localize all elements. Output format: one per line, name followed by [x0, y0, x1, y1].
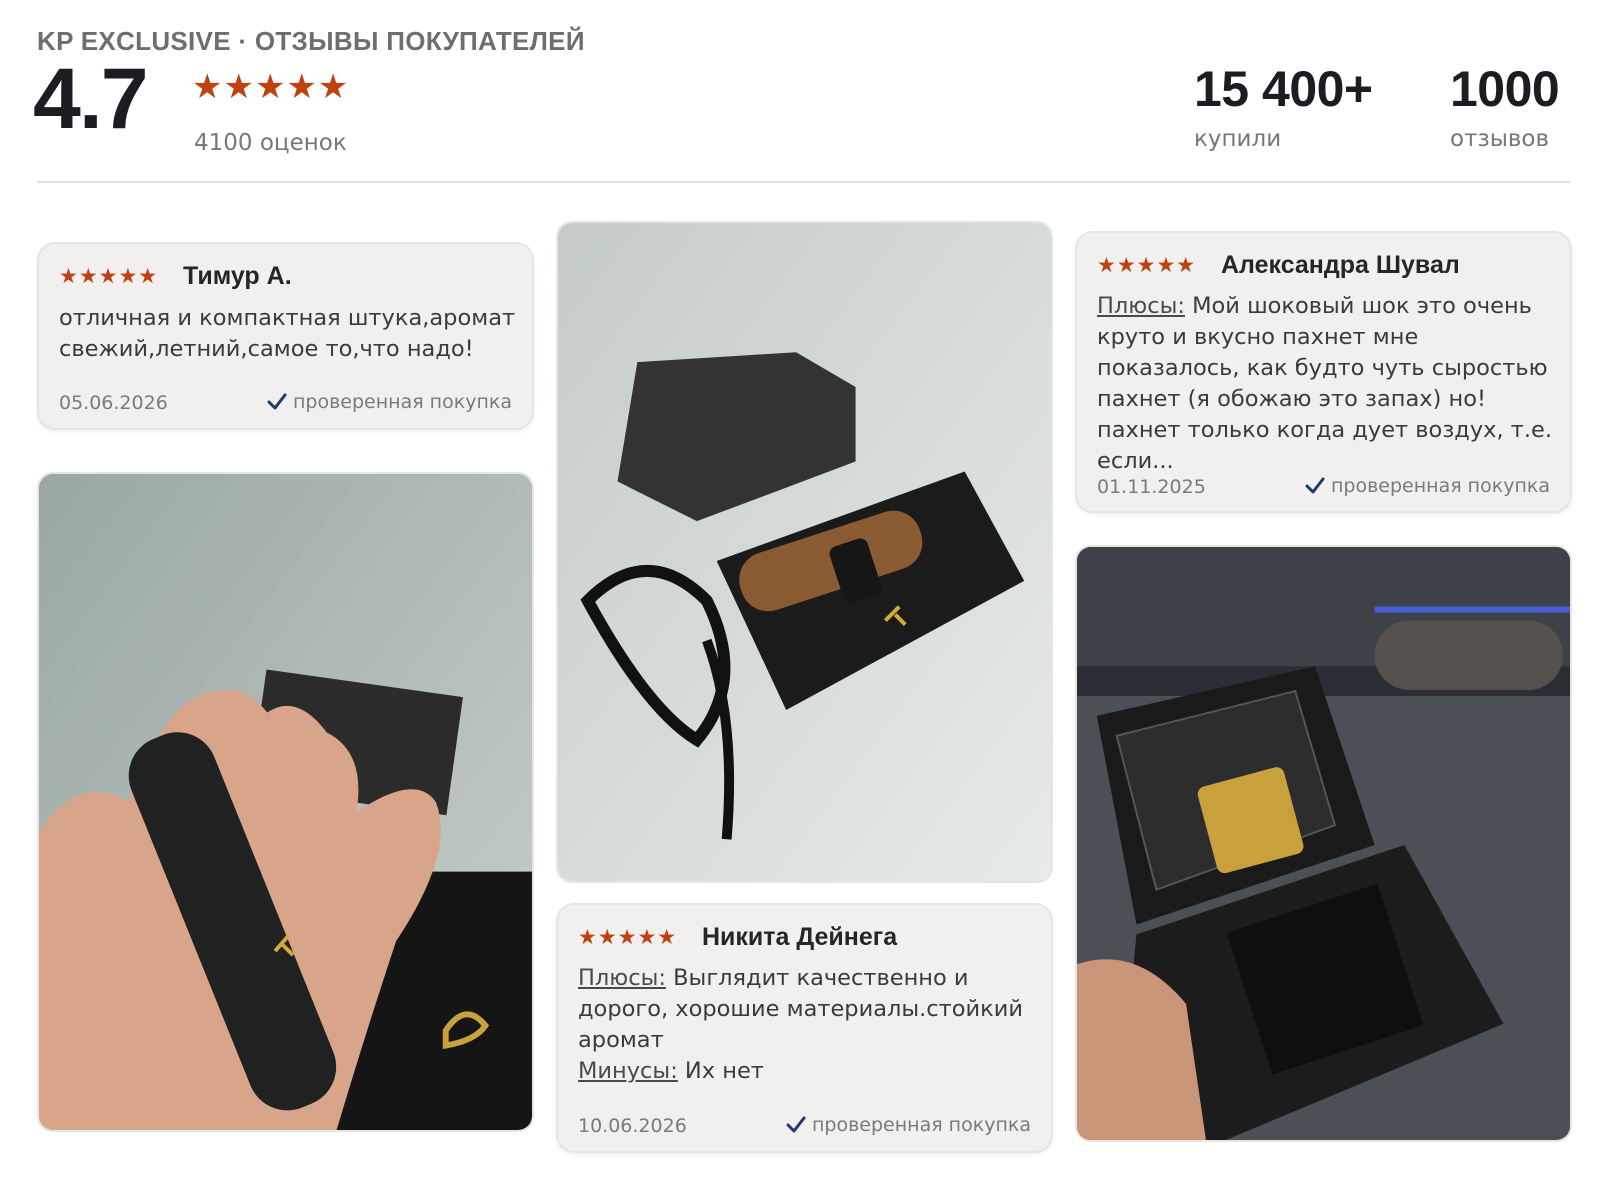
product-photo-hand-icon — [39, 474, 532, 1130]
cons-text: Их нет — [677, 1058, 764, 1084]
review-text: отличная и компактная штука,аромат свежи… — [59, 305, 516, 362]
ratings-count: 4100 оценок — [194, 130, 347, 156]
check-icon — [786, 1116, 806, 1133]
review-text: Плюсы: Мой шоковый шок это очень круто и… — [1097, 291, 1554, 477]
review-stars: ★★★★★ — [578, 925, 678, 949]
verified-label: проверенная покупка — [1330, 475, 1550, 497]
pros-label: Плюсы: — [578, 965, 666, 991]
stat-bought: 15 400+ купили — [1194, 64, 1373, 152]
review-photo[interactable] — [1075, 545, 1572, 1142]
review-photo[interactable] — [37, 472, 534, 1132]
pros-label: Плюсы: — [1097, 293, 1185, 319]
review-card[interactable]: ★★★★★ Александра Шувал Плюсы: Мой шоковы… — [1075, 231, 1572, 513]
average-rating: 4.7 — [33, 51, 149, 147]
review-author: Александра Шувал — [1221, 251, 1460, 279]
review-text: Плюсы: Выглядит качественно и дорого, хо… — [578, 963, 1035, 1087]
verified-label: проверенная покупка — [292, 391, 512, 413]
review-date: 01.11.2025 — [1097, 476, 1206, 498]
review-stars: ★★★★★ — [59, 264, 159, 288]
stat-reviews: 1000 отзывов — [1450, 61, 1560, 152]
stat-bought-label: купили — [1194, 126, 1282, 152]
check-icon — [267, 393, 287, 410]
header-divider — [37, 181, 1570, 183]
review-date: 05.06.2026 — [59, 392, 168, 414]
verified-label: проверенная покупка — [811, 1114, 1031, 1136]
pros-text: Мой шоковый шок это очень круто и вкусно… — [1097, 293, 1553, 474]
verified-purchase-badge: проверенная покупка — [786, 1114, 1031, 1136]
review-author: Тимур А. — [183, 262, 292, 290]
verified-purchase-badge: проверенная покупка — [267, 391, 512, 413]
review-date: 10.06.2026 — [578, 1115, 687, 1137]
stat-bought-value: 15 400+ — [1194, 61, 1373, 117]
review-photo[interactable] — [556, 221, 1053, 883]
review-author: Никита Дейнега — [702, 923, 898, 951]
check-icon — [1305, 477, 1325, 494]
cons-label: Минусы: — [578, 1058, 678, 1084]
verified-purchase-badge: проверенная покупка — [1305, 475, 1550, 497]
product-photo-box-icon — [558, 223, 1051, 881]
stat-reviews-value: 1000 — [1450, 61, 1560, 117]
rating-stars: ★★★★★ — [192, 67, 350, 107]
product-photo-case-icon — [1077, 547, 1570, 1140]
review-card[interactable]: ★★★★★ Тимур А. отличная и компактная шту… — [37, 242, 534, 430]
review-stars: ★★★★★ — [1097, 253, 1197, 277]
review-card[interactable]: ★★★★★ Никита Дейнега Плюсы: Выглядит кач… — [556, 903, 1053, 1153]
stat-reviews-label: отзывов — [1450, 126, 1550, 152]
